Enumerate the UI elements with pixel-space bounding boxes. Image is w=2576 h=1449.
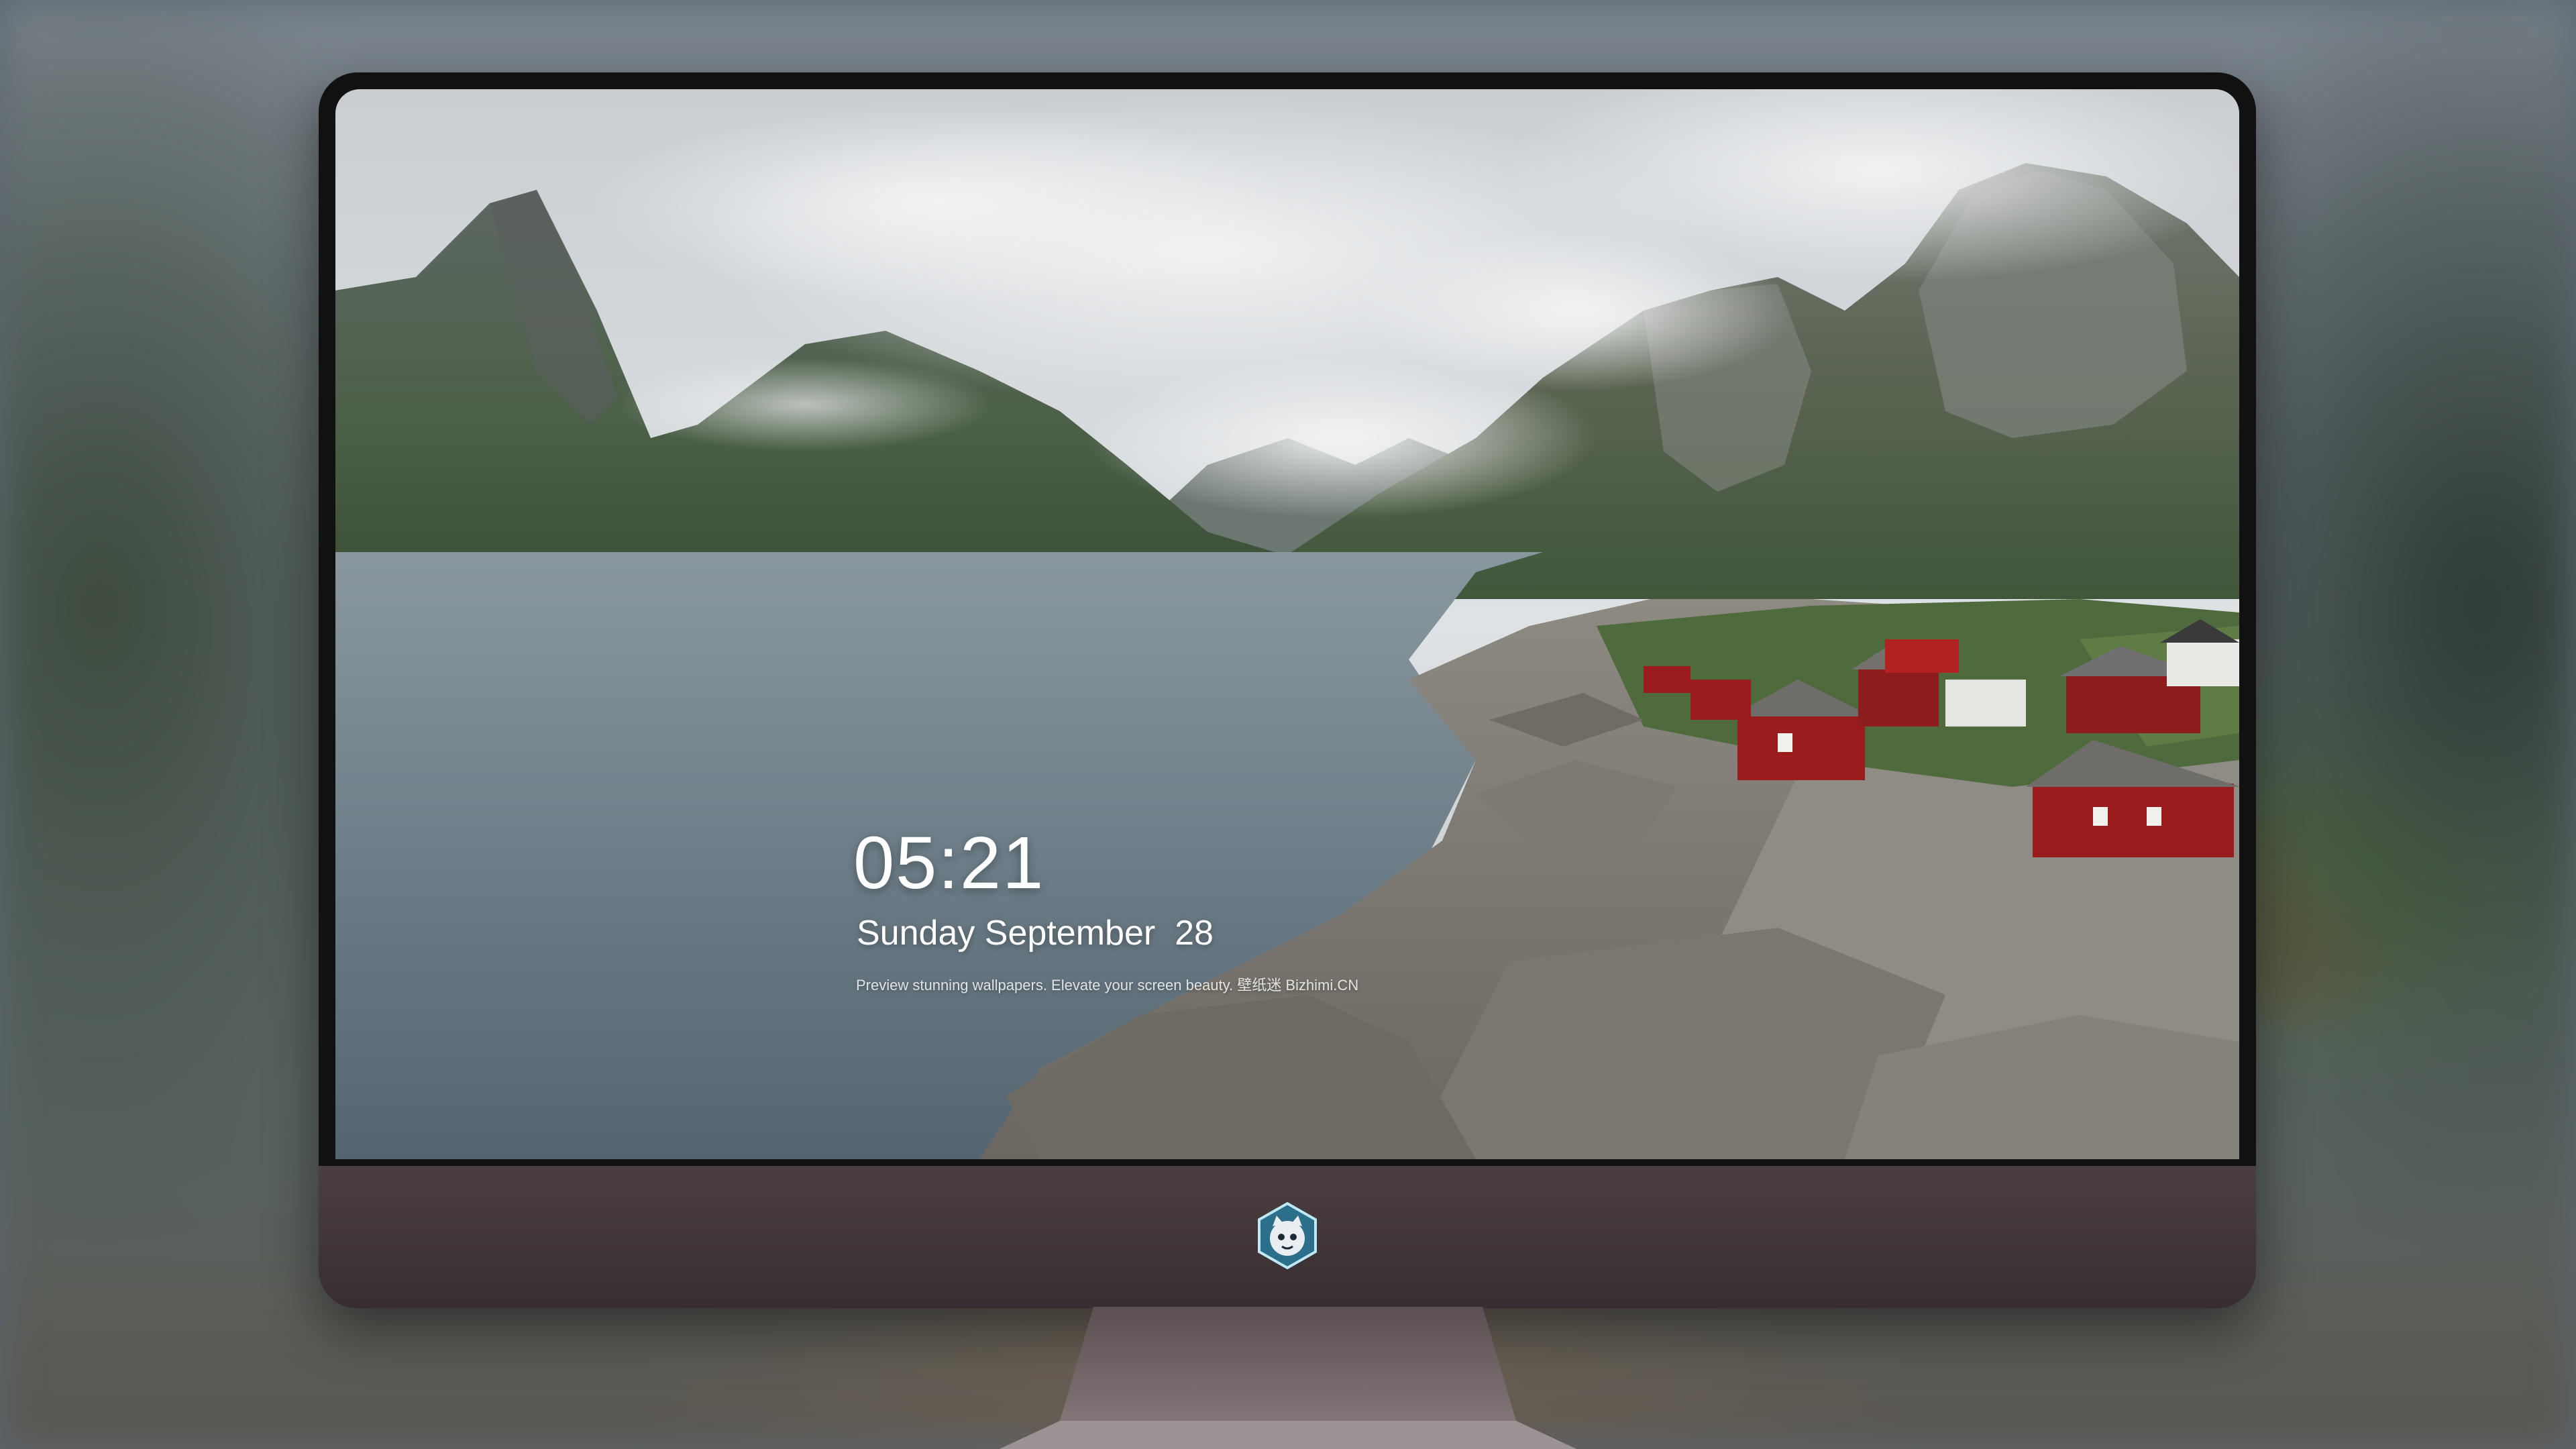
monitor-stand bbox=[1000, 1307, 1576, 1449]
lockscreen-date: Sunday September 28 bbox=[857, 914, 1214, 953]
lockscreen-time: 05:21 bbox=[853, 822, 1045, 904]
monitor: 05:21 Sunday September 28 Preview stunni… bbox=[319, 72, 2256, 1308]
screen: 05:21 Sunday September 28 Preview stunni… bbox=[335, 89, 2239, 1159]
lockscreen-tagline: Preview stunning wallpapers. Elevate you… bbox=[856, 977, 1359, 994]
wallpaper bbox=[335, 89, 2239, 1159]
monitor-logo-icon bbox=[1258, 1201, 1317, 1270]
